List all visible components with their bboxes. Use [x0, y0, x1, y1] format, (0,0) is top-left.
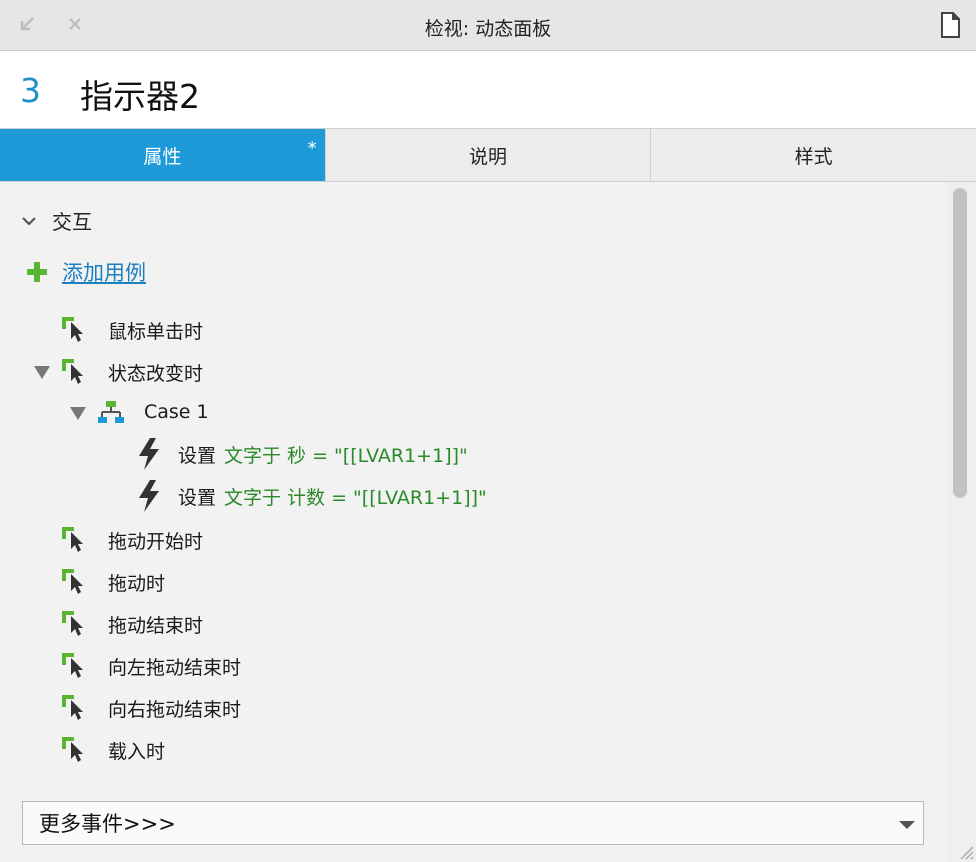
section-title: 交互	[52, 210, 92, 234]
tab-label: 说明	[469, 145, 508, 168]
cursor-event-icon	[62, 317, 83, 342]
expand-triangle-icon[interactable]	[70, 407, 86, 420]
event-item[interactable]: 拖动开始时	[62, 523, 203, 557]
tab-style[interactable]: 样式	[651, 129, 976, 181]
event-item[interactable]: 拖动结束时	[62, 607, 203, 641]
event-label: 拖动时	[108, 572, 166, 595]
case-tree-icon	[98, 401, 124, 423]
action-item[interactable]: 设置 文字于 计数 = "[[LVAR1+1]]"	[136, 479, 487, 513]
cursor-event-icon	[62, 569, 83, 594]
event-label: 拖动结束时	[108, 614, 204, 637]
more-events-select[interactable]: 更多事件>>>	[22, 801, 924, 845]
case-label: Case 1	[144, 401, 209, 423]
cursor-event-icon	[62, 695, 83, 720]
event-item[interactable]: 状态改变时	[62, 355, 203, 389]
window-title: 检视: 动态面板	[424, 18, 552, 40]
cursor-event-icon	[62, 737, 83, 762]
cursor-event-icon	[62, 611, 83, 636]
widget-number: 3	[20, 71, 41, 110]
widget-header: 3 指示器2	[0, 51, 976, 129]
tab-label: 属性	[143, 145, 182, 168]
event-item[interactable]: 向右拖动结束时	[62, 691, 241, 725]
modified-marker: *	[307, 138, 317, 159]
event-label: 状态改变时	[108, 362, 204, 385]
tab-notes[interactable]: 说明	[325, 129, 652, 181]
more-events-label: 更多事件>>>	[39, 812, 176, 836]
cursor-event-icon	[62, 653, 83, 678]
lightning-icon	[139, 438, 159, 470]
action-verb: 设置	[178, 444, 217, 467]
title-bar: 检视: 动态面板	[0, 0, 976, 51]
add-case-link[interactable]: 添加用例	[62, 257, 146, 287]
event-item[interactable]: 拖动时	[62, 565, 165, 599]
cursor-event-icon	[62, 359, 83, 384]
chevron-down-icon	[22, 216, 36, 226]
document-icon[interactable]	[940, 12, 960, 38]
event-label: 载入时	[108, 740, 166, 763]
action-verb: 设置	[178, 486, 217, 509]
event-item[interactable]: 鼠标单击时	[62, 313, 203, 347]
event-label: 拖动开始时	[108, 530, 204, 553]
scrollbar-thumb[interactable]	[953, 188, 967, 498]
add-case-button[interactable]: 添加用例	[26, 257, 146, 287]
tab-properties[interactable]: 属性 *	[0, 129, 326, 181]
action-item[interactable]: 设置 文字于 秒 = "[[LVAR1+1]]"	[136, 437, 468, 471]
event-label: 向左拖动结束时	[108, 656, 242, 679]
case-item[interactable]: Case 1	[98, 395, 209, 429]
vertical-scrollbar[interactable]	[946, 182, 976, 862]
event-item[interactable]: 向左拖动结束时	[62, 649, 241, 683]
event-label: 向右拖动结束时	[108, 698, 242, 721]
lightning-icon	[139, 480, 159, 512]
cursor-event-icon	[62, 527, 83, 552]
properties-panel: 交互 添加用例 鼠标单击时 状态改变时 Case 1 设置 文字于 秒 = "[…	[0, 182, 946, 862]
inspector-tabs: 属性 * 说明 样式	[0, 129, 976, 182]
interactions-section-header[interactable]: 交互	[20, 206, 92, 235]
event-label: 鼠标单击时	[108, 320, 204, 343]
expand-triangle-icon[interactable]	[34, 366, 50, 379]
plus-icon	[27, 262, 47, 282]
dropdown-arrow-icon	[899, 821, 915, 829]
action-detail: 文字于 计数 = "[[LVAR1+1]]"	[224, 486, 487, 509]
action-detail: 文字于 秒 = "[[LVAR1+1]]"	[224, 444, 468, 467]
resize-grip-icon[interactable]	[956, 842, 974, 860]
widget-name[interactable]: 指示器2	[80, 70, 200, 118]
event-item[interactable]: 载入时	[62, 733, 165, 767]
tab-label: 样式	[794, 145, 833, 168]
